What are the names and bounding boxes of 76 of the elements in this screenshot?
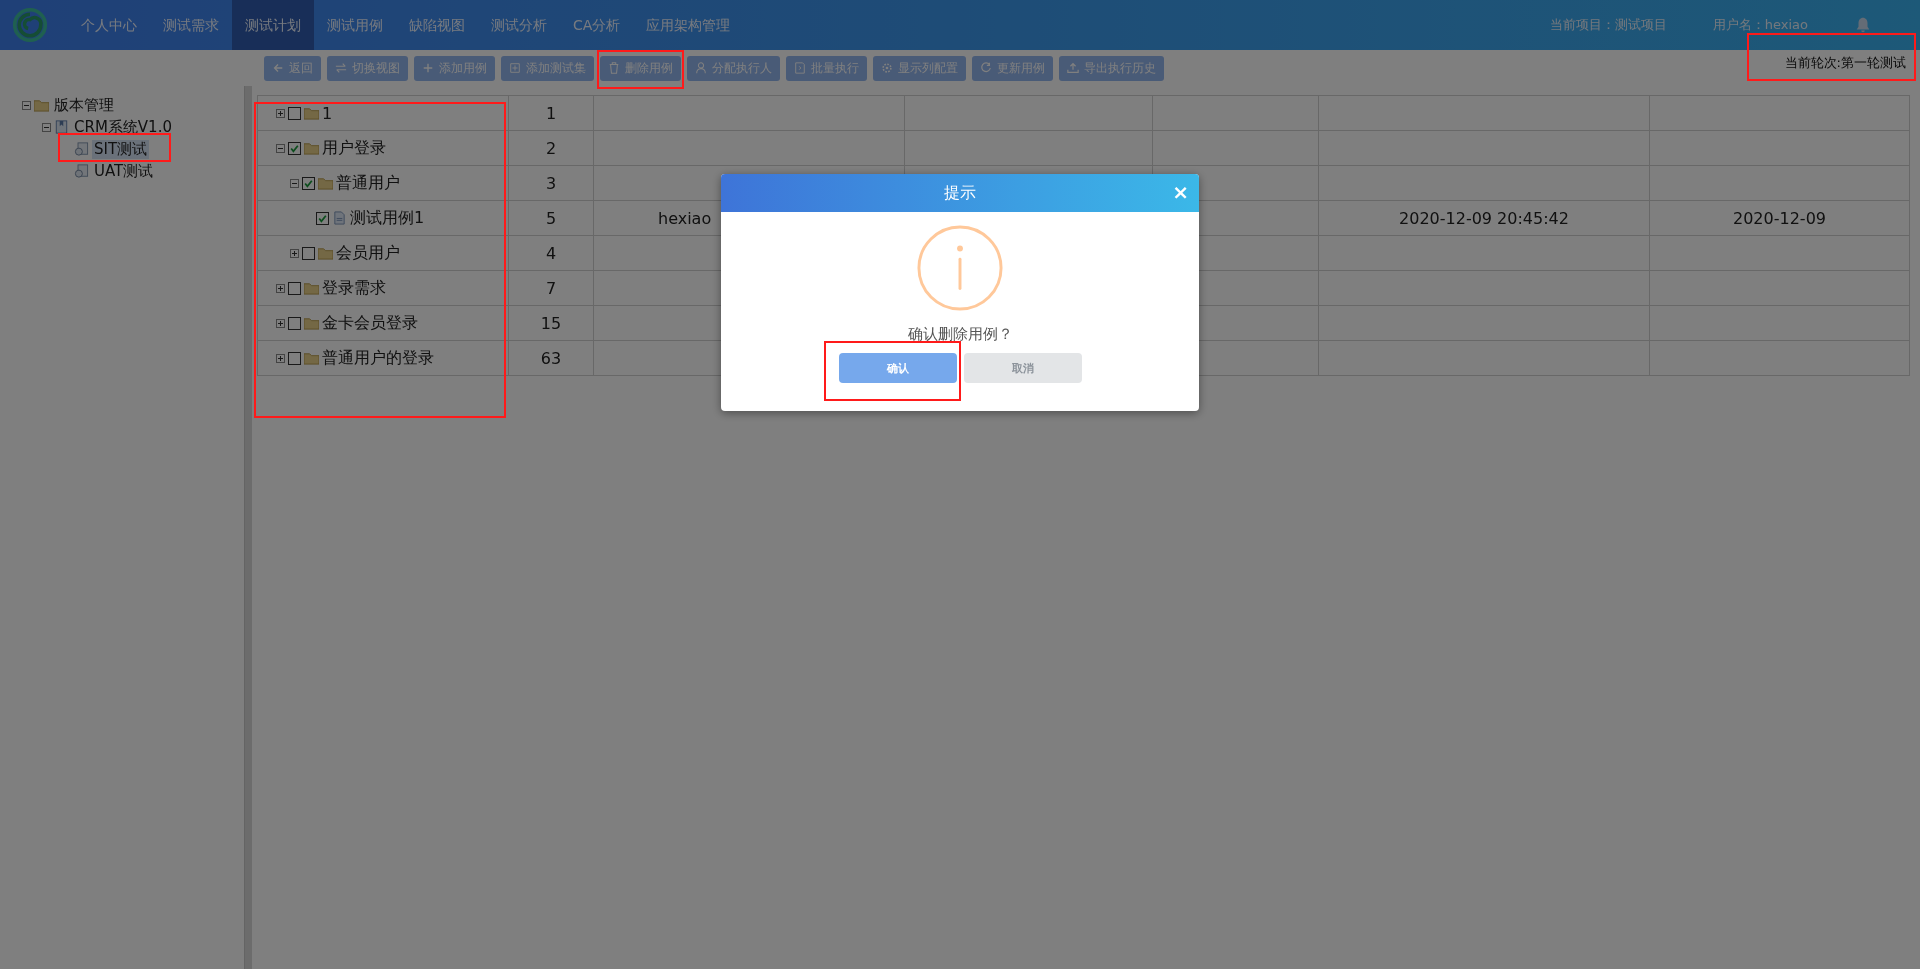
nav-tab[interactable]: 测试计划 — [232, 0, 314, 50]
tree-item[interactable]: 版本管理 — [52, 95, 116, 115]
refresh-icon — [980, 62, 992, 74]
table-cell: 1 — [508, 95, 594, 131]
dialog-title: 提示 — [944, 182, 976, 204]
user-icon — [695, 62, 707, 74]
tree-node-label[interactable]: 登录需求 — [322, 277, 386, 299]
nav-tab[interactable]: 测试用例 — [314, 0, 396, 50]
tree-node-label[interactable]: 普通用户 — [336, 172, 400, 194]
trash-icon — [608, 62, 620, 74]
swap-arrows-icon — [335, 62, 347, 74]
tree-node-label[interactable]: 会员用户 — [336, 242, 400, 264]
table-cell: 4 — [508, 235, 594, 271]
table-cell: 15 — [508, 305, 594, 341]
expand-toggle[interactable] — [276, 318, 285, 328]
document-arrow-icon — [794, 62, 806, 74]
folder-icon — [304, 106, 319, 120]
folder-icon — [318, 176, 333, 190]
plus-icon — [422, 62, 434, 74]
collapse-toggle[interactable] — [22, 100, 31, 110]
folder-icon — [318, 246, 333, 260]
table-cell: 2020-12-09 20:45:42 — [1318, 200, 1650, 236]
table-cell: 7 — [508, 270, 594, 306]
nav-tab[interactable]: 个人中心 — [68, 0, 150, 50]
back-arrow-icon — [272, 62, 284, 74]
tree-item[interactable]: CRM系统V1.0 — [72, 117, 174, 137]
folder-icon — [304, 316, 319, 330]
checkbox[interactable] — [288, 141, 301, 155]
close-button[interactable]: × — [1170, 182, 1191, 202]
checkbox[interactable] — [316, 211, 329, 225]
collapse-toggle[interactable] — [42, 122, 51, 132]
expand-toggle[interactable] — [290, 248, 299, 258]
folder-icon — [34, 98, 49, 112]
current-round: 当前轮次:第一轮测试 — [1784, 54, 1906, 72]
document-icon — [332, 211, 347, 225]
book-icon — [54, 120, 69, 134]
expand-toggle[interactable] — [276, 108, 285, 118]
expand-toggle[interactable] — [290, 178, 299, 188]
settings-icon — [881, 62, 893, 74]
logo-icon — [12, 7, 48, 43]
current-project: 当前项目：测试项目 — [1549, 16, 1667, 34]
checkbox[interactable] — [288, 106, 301, 120]
tree-node-label[interactable]: 用户登录 — [322, 137, 386, 159]
dialog-message: 确认删除用例？ — [907, 325, 1013, 344]
expand-toggle[interactable] — [276, 353, 285, 363]
tree-item[interactable]: SIT测试 — [92, 139, 150, 159]
nav-tab[interactable]: CA分析 — [560, 0, 634, 50]
tree-node-label[interactable]: 测试用例1 — [350, 207, 425, 229]
cancel-button[interactable]: 取消 — [963, 353, 1082, 383]
user-name: 用户名：hexiao — [1712, 16, 1808, 34]
table-cell: 2 — [508, 130, 594, 166]
nav-tab[interactable]: 测试需求 — [150, 0, 232, 50]
table-cell: 3 — [508, 165, 594, 201]
tree-node-label[interactable]: 1 — [322, 103, 333, 123]
table-cell: 2020-12-09 — [1649, 200, 1910, 236]
tree-item[interactable]: UAT测试 — [92, 161, 156, 181]
document-clock-icon — [74, 164, 89, 178]
nav-tab[interactable]: 缺陷视图 — [396, 0, 478, 50]
confirm-button[interactable]: 确认 — [838, 353, 957, 383]
folder-icon — [304, 281, 319, 295]
checkbox[interactable] — [288, 351, 301, 365]
nav-tab[interactable]: 测试分析 — [478, 0, 560, 50]
folder-icon — [304, 351, 319, 365]
checkbox[interactable] — [302, 176, 315, 190]
expand-toggle[interactable] — [276, 283, 285, 293]
table-cell: 5 — [508, 200, 594, 236]
info-icon — [916, 224, 1004, 312]
folder-icon — [304, 141, 319, 155]
nav-tab[interactable]: 应用架构管理 — [633, 0, 744, 50]
upload-icon — [1067, 62, 1079, 74]
checkbox[interactable] — [302, 246, 315, 260]
checkbox[interactable] — [288, 281, 301, 295]
document-clock-icon — [74, 142, 89, 156]
checkbox[interactable] — [288, 316, 301, 330]
table-cell: 63 — [508, 340, 594, 376]
expand-toggle[interactable] — [276, 143, 285, 153]
